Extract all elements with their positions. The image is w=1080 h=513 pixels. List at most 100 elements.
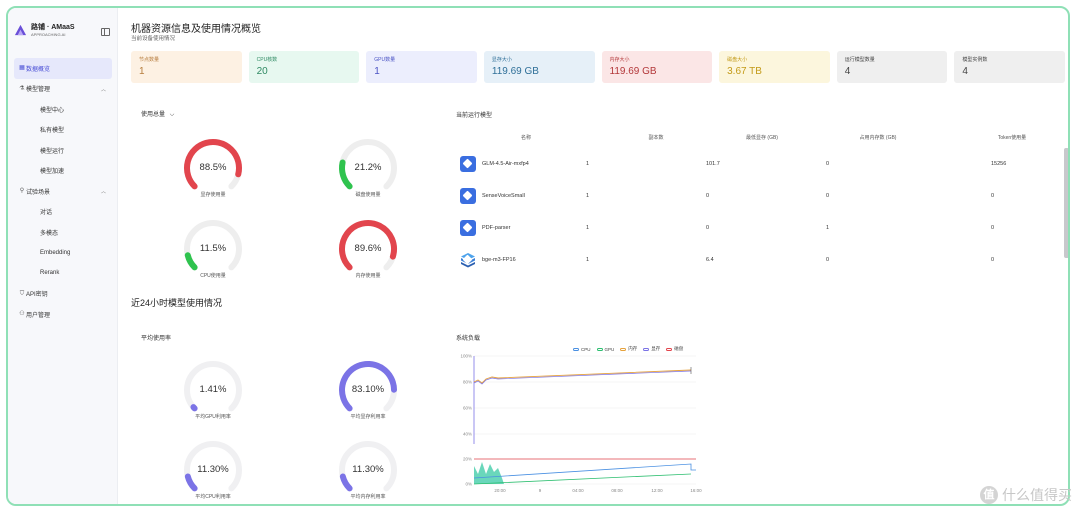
x-tick-label: 9 (539, 488, 542, 493)
sidebar-item-api-keys[interactable]: ⛉ API密钥 (14, 284, 112, 305)
legend-item[interactable]: 显存 (643, 346, 660, 352)
model-icon (460, 188, 476, 204)
brand-subtitle: APPROACHING.AI (31, 32, 66, 37)
stat-card: 内存大小 119.69 GB (601, 51, 713, 83)
history-title: 近24小时模型使用情况 (131, 298, 223, 308)
legend-swatch (643, 347, 650, 351)
model-replicas: 1 (586, 161, 590, 167)
running-models-label: 当前运行模型 (456, 113, 493, 119)
stat-cards: 节点数量 1 CPU核数 20 GPU数量 1 显存大小 119.69 GB 内存大小 119.6… (131, 51, 1065, 83)
shield-icon: ⛉ (19, 290, 25, 297)
model-name: GLM-4.5-Air-mxfp4 (482, 161, 529, 167)
legend-item[interactable]: 内存 (620, 346, 637, 352)
history-gauge: 1.41% 平均GPU利用率 (183, 360, 243, 420)
stat-card: 磁盘大小 3.67 TB (719, 51, 830, 83)
legend-item[interactable]: CPU (573, 346, 591, 352)
legend-swatch (620, 347, 627, 351)
legend-item[interactable]: GPU (596, 346, 614, 352)
sidebar-item-label: 模型管理 (26, 87, 51, 94)
main-content: 机器资源信息及使用情况概览 当前设备使用情况 节点数量 1 CPU核数 20 GPU数量… (119, 8, 1068, 504)
sidebar-item-label: Embedding (40, 249, 71, 256)
sidebar-item-chat[interactable]: 对话 (14, 202, 112, 223)
brand[interactable]: 路铺 · AMaaS APPROACHING.AI (14, 24, 75, 37)
stat-card-label: 节点数量 (139, 57, 160, 63)
sidebar-item-users[interactable]: ⚇ 用户管理 (14, 304, 112, 325)
table-row[interactable]: GLM-4.5-Air-mxfp4 1 101.7 0 15256 (456, 148, 1056, 180)
stat-card-label: 内存大小 (609, 57, 630, 63)
stat-card-value: 119.69 GB (491, 66, 539, 77)
sidebar-item-label: 模型加速 (40, 169, 65, 176)
sidebar-item-playground[interactable]: ⚲ 试验场景 ︿ (14, 181, 112, 202)
x-tick-label: 20:00 (494, 488, 506, 493)
usage-gauge: 21.2% 磁盘使用量 (338, 138, 398, 198)
sidebar-item-overview[interactable]: ▦ 数据概览 (14, 58, 112, 79)
model-replicas: 1 (586, 257, 590, 263)
logo-icon (14, 24, 27, 36)
sidebar-item-model-management[interactable]: ⚗ 模型管理 ︿ (14, 79, 112, 100)
model-memory: 0 (826, 161, 830, 167)
x-tick-label: 08:00 (611, 488, 623, 493)
sidebar-item-label: 模型运行 (40, 148, 65, 155)
model-icon (460, 220, 476, 236)
y-tick-label: 0% (465, 482, 472, 487)
chevron-up-icon: ︿ (100, 86, 106, 93)
model-min-vram: 101.7 (706, 161, 720, 167)
gauge-value: 11.5% (199, 243, 227, 254)
sidebar-item-embedding[interactable]: Embedding (14, 243, 112, 264)
chart-legend: CPU GPU 内存 显存 磁盘 (573, 346, 683, 352)
sidebar-item-label: 多模态 (40, 230, 59, 237)
stat-card-label: 显存大小 (491, 57, 512, 63)
sidebar-item-multimodal[interactable]: 多模态 (14, 222, 112, 243)
gauge-label: 平均显存利用率 (350, 414, 386, 420)
chart-svg: 100% 80% 60% 40% 20% 0% 20:00 9 04:00 08:00 12:00 1… (460, 354, 702, 494)
table-header: 最低显存 (GB) (746, 135, 778, 141)
x-tick-label: 04:00 (572, 488, 584, 493)
collapse-sidebar-icon[interactable] (101, 28, 110, 36)
legend-label: 磁盘 (674, 346, 684, 351)
gauge-label: 平均GPU利用率 (195, 414, 231, 420)
table-row[interactable]: bge-m3-FP16 1 6.4 0 0 (456, 244, 1056, 276)
gauge-label: CPU使用量 (200, 273, 226, 279)
stat-card-value: 3.67 TB (727, 66, 762, 77)
stat-card-label: 磁盘大小 (727, 57, 748, 63)
model-name: SenseVoiceSmall (482, 193, 525, 199)
model-min-vram: 0 (706, 225, 710, 231)
system-load-title: 系统负载 (456, 336, 481, 342)
system-load-chart: CPU GPU 内存 显存 磁盘 100% 80% 60% 40% 20% 0% 20:00 9 04:… (456, 346, 702, 496)
table-row[interactable]: SenseVoiceSmall 1 0 0 0 (456, 180, 1056, 212)
legend-swatch (596, 347, 603, 351)
gauge-value: 89.6% (354, 243, 382, 254)
x-tick-label: 16:00 (690, 488, 702, 493)
gauge-value: 1.41% (199, 384, 227, 395)
y-tick-label: 40% (463, 432, 472, 437)
sidebar-item-label: 对话 (40, 210, 53, 217)
sidebar-item-label: 私有模型 (40, 128, 65, 135)
table-header: 名称 (520, 135, 531, 141)
chevron-down-icon: ⌵ (169, 112, 175, 118)
model-icon (460, 156, 476, 172)
stat-card-value: 1 (374, 66, 380, 77)
sidebar-item-private-models[interactable]: 私有模型 (14, 120, 112, 141)
sidebar-item-model-accel[interactable]: 模型加速 (14, 161, 112, 182)
watermark: 值 什么值得买 (980, 485, 1072, 505)
sidebar-item-label: 用户管理 (26, 312, 51, 319)
sidebar-item-model-run[interactable]: 模型运行 (14, 140, 112, 161)
legend-swatch (666, 347, 673, 351)
chevron-up-icon: ︿ (100, 189, 106, 195)
usage-total-dropdown[interactable]: 使用总量 ⌵ (141, 109, 174, 119)
scrollbar-thumb[interactable] (1064, 148, 1068, 258)
beaker-icon: ⚲ (19, 188, 25, 194)
model-min-vram: 0 (706, 193, 710, 199)
usage-total-label: 使用总量 (141, 112, 166, 118)
stat-card: GPU数量 1 (366, 51, 477, 83)
y-tick-label: 100% (460, 354, 472, 359)
table-scrollbar[interactable] (1064, 148, 1068, 272)
table-row[interactable]: PDF-parser 1 0 1 0 (456, 212, 1056, 244)
legend-item[interactable]: 磁盘 (666, 346, 683, 352)
y-tick-label: 20% (463, 457, 472, 462)
sidebar-item-rerank[interactable]: Rerank (14, 263, 112, 284)
gauge-fill (339, 473, 353, 492)
model-tokens: 15256 (991, 161, 1007, 167)
sidebar-item-model-center[interactable]: 模型中心 (14, 99, 112, 120)
stat-card: 模型实例数 4 (954, 51, 1065, 83)
